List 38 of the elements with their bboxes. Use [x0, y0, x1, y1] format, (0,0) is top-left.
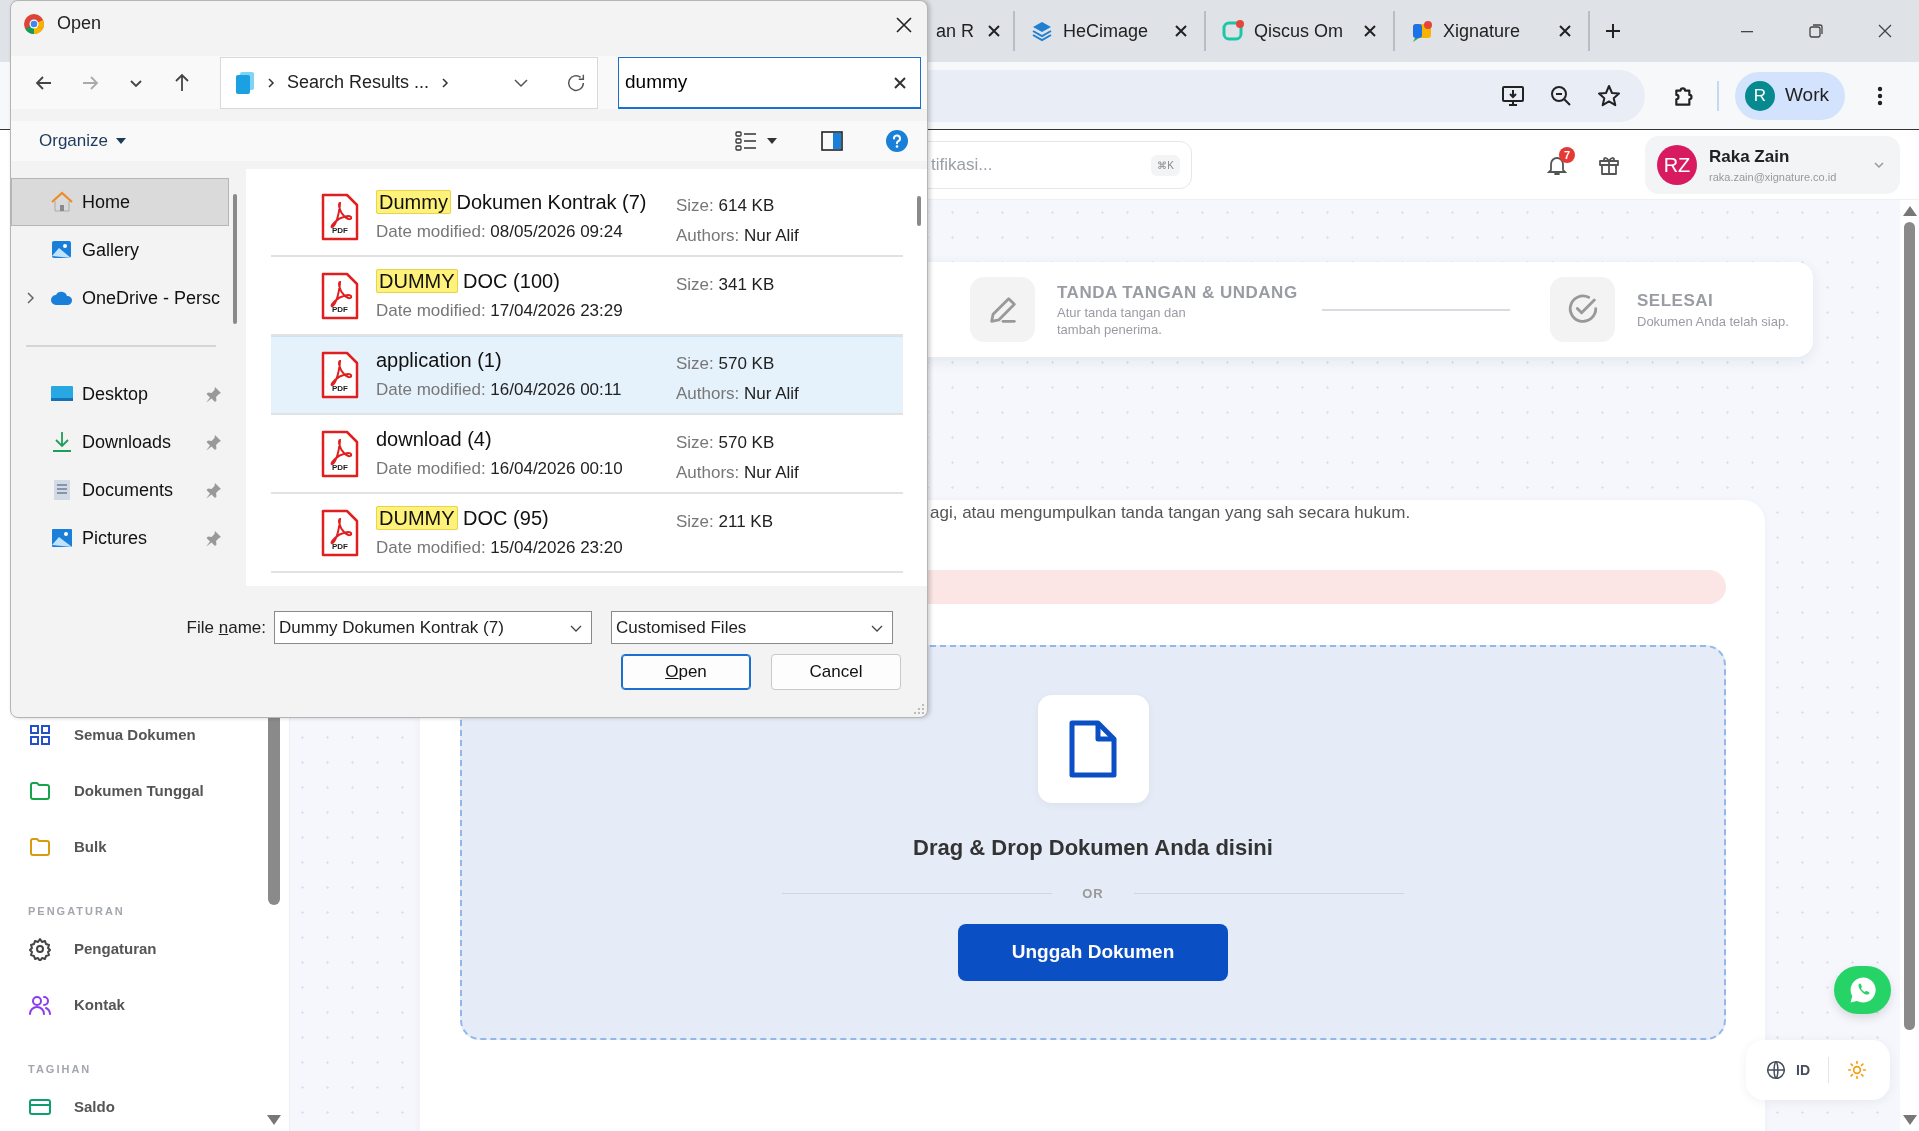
step-title: TANDA TANGAN & UNDANG: [1057, 281, 1299, 304]
file-type-label: PDF: [331, 227, 349, 235]
file-size: Size: 341 KB: [676, 274, 775, 296]
file-type-label: PDF: [331, 543, 349, 551]
file-size: Size: 614 KB: [676, 195, 775, 217]
intro-text: agi, atau mengumpulkan tanda tangan yang sah secara hukum.: [930, 502, 1411, 520]
user-name: Raka Zain: [1709, 145, 1791, 168]
file-name: application (1): [376, 348, 502, 374]
file-authors: Authors: Nur Alif: [676, 461, 799, 484]
file-date-modified: Date modified: 08/05/2026 09:24: [376, 221, 624, 244]
user-avatar: RZ: [1657, 144, 1697, 185]
file-size: Size: 570 KB: [676, 353, 775, 375]
or-divider-text: OR: [1082, 885, 1104, 903]
file-date-modified: Date modified: 15/04/2026 23:20: [376, 537, 624, 560]
file-name: download (4): [376, 427, 492, 453]
user-email: raka.zain@xignature.co.id: [1709, 170, 1838, 185]
file-name: Dummy Dokumen Kontrak (7): [376, 189, 647, 216]
file-date-modified: Date modified: 17/04/2026 23:29: [376, 300, 624, 323]
file-authors: Authors: Nur Alif: [676, 224, 799, 247]
step-description: Dokumen Anda telah siap.: [1637, 313, 1789, 331]
file-date-modified: Date modified: 16/04/2026 00:10: [376, 458, 624, 481]
file-authors: Authors: Nur Alif: [676, 382, 799, 405]
drop-zone-title: Drag & Drop Dokumen Anda disini: [913, 834, 1273, 862]
file-type-label: PDF: [331, 306, 349, 314]
file-date-modified: Date modified: 16/04/2026 00:11: [376, 379, 623, 402]
section-heading: PENGATURAN: [28, 904, 126, 919]
file-type-label: PDF: [331, 464, 349, 472]
file-size: Size: 211 KB: [676, 511, 774, 533]
file-name-label: File name:: [185, 616, 267, 639]
notification-count: 7: [1559, 146, 1575, 163]
dialog-title: Open: [57, 12, 102, 35]
file-size: Size: 570 KB: [676, 432, 775, 454]
step-description: Atur tanda tangan dan tambah penerima.: [1057, 305, 1187, 340]
step-title: SELESAI: [1637, 290, 1715, 313]
section-heading: TAGIHAN: [28, 1062, 93, 1077]
file-name: DUMMY DOC (100): [376, 268, 560, 295]
file-name: DUMMY DOC (95): [376, 505, 549, 532]
file-type-label: PDF: [331, 385, 349, 393]
